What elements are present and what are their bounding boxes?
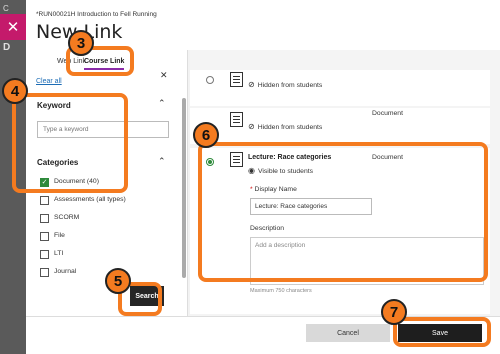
category-label: File	[54, 232, 65, 239]
collapse-icon[interactable]: ✕	[160, 70, 168, 81]
category-label: Journal	[54, 268, 77, 275]
course-name: *RUN00021H Introduction to Fell Running	[36, 11, 157, 18]
annotation-badge: 7	[381, 299, 407, 325]
category-checkbox-file[interactable]	[40, 232, 49, 241]
category-label: Assessments (all types)	[54, 196, 126, 203]
cancel-button[interactable]: Cancel	[306, 324, 390, 342]
visibility-status: ⊘ Hidden from students	[248, 122, 323, 131]
background-text: C	[3, 4, 9, 13]
clear-all-link[interactable]: Clear all	[36, 78, 62, 85]
annotation-badge: 4	[2, 78, 28, 104]
item-type: Document	[372, 110, 403, 117]
scrollbar[interactable]	[182, 98, 186, 278]
background-text: D	[3, 42, 11, 53]
list-item[interactable]: ⊘ Hidden from students	[190, 70, 490, 106]
annotation-highlight	[198, 142, 488, 282]
annotation-highlight	[12, 93, 128, 193]
annotation-badge: 6	[193, 122, 219, 148]
item-radio[interactable]	[206, 76, 214, 84]
category-label: SCORM	[54, 214, 80, 221]
chevron-up-icon[interactable]: ⌃	[158, 156, 166, 167]
eye-slash-icon: ⊘	[248, 122, 255, 131]
modal-header: *RUN00021H Introduction to Fell Running …	[26, 0, 500, 50]
max-characters-note: Maximum 750 characters	[250, 288, 312, 294]
document-icon	[230, 72, 243, 87]
annotation-badge: 3	[68, 30, 94, 56]
category-checkbox-assessments[interactable]	[40, 196, 49, 205]
annotation-highlight	[393, 317, 491, 347]
category-checkbox-lti[interactable]	[40, 250, 49, 259]
visibility-status: ⊘ Hidden from students	[248, 80, 323, 89]
eye-slash-icon: ⊘	[248, 80, 255, 89]
document-icon	[230, 112, 243, 127]
category-checkbox-scorm[interactable]	[40, 214, 49, 223]
annotation-badge: 5	[105, 268, 131, 294]
category-label: LTI	[54, 250, 64, 257]
chevron-up-icon[interactable]: ⌃	[158, 98, 166, 109]
list-item[interactable]: Document ⊘ Hidden from students	[190, 108, 490, 144]
close-icon: ✕	[6, 19, 20, 36]
close-button[interactable]: ✕	[0, 14, 26, 40]
category-checkbox-journal[interactable]	[40, 268, 49, 277]
